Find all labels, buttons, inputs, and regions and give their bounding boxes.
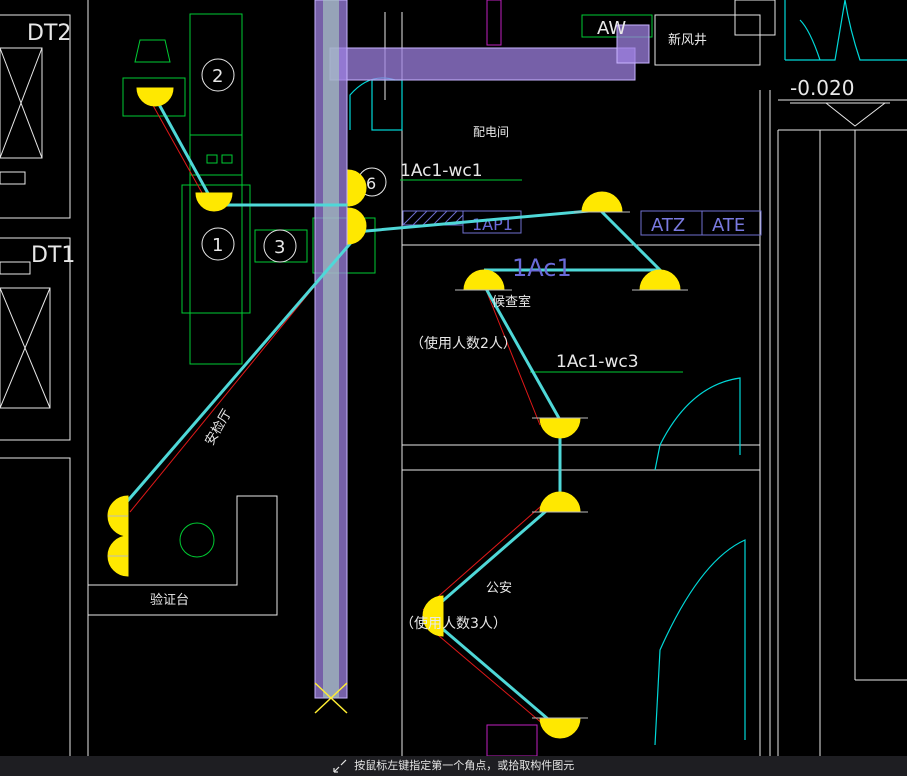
panel-atz-label: ATZ [651,215,685,236]
distribution-room-label: 配电间 [473,125,509,139]
circle-num-3: 3 [274,237,285,258]
occupancy-2-label: （使用人数2人） [410,335,517,352]
aw-label: AW [597,18,626,39]
crosshair-cursor-icon [333,759,347,773]
circle-num-6: 6 [366,174,376,193]
dt2-label: DT2 [27,21,71,46]
duct-vertical[interactable] [314,0,348,714]
dt1-label: DT1 [31,243,75,268]
status-bar: 按鼠标左键指定第一个角点，或拾取构件图元 [0,756,907,776]
public-security-label: 公安 [486,581,512,596]
circuit-1ac1-label: 1Ac1 [512,254,572,282]
circle-num-2: 2 [212,66,223,87]
verification-desk-label: 验证台 [150,592,189,608]
elevation-label: -0.020 [790,76,854,100]
panel-ate-label: ATE [712,215,745,236]
occupancy-3-label: （使用人数3人） [400,615,507,632]
circuit-wc1-label: 1Ac1-wc1 [400,161,483,181]
circuit-wc3-label: 1Ac1-wc3 [556,352,639,372]
fresh-air-shaft-label: 新风井 [668,32,707,48]
circle-num-1: 1 [212,235,223,256]
waiting-room-label: 候查室 [492,294,531,310]
status-prompt: 按鼠标左键指定第一个角点，或拾取构件图元 [354,759,575,772]
cad-drawing-canvas[interactable]: DT2 DT1 2 1 3 6 1AP1 ATZ ATE -0.020 AW 新… [0,0,907,756]
